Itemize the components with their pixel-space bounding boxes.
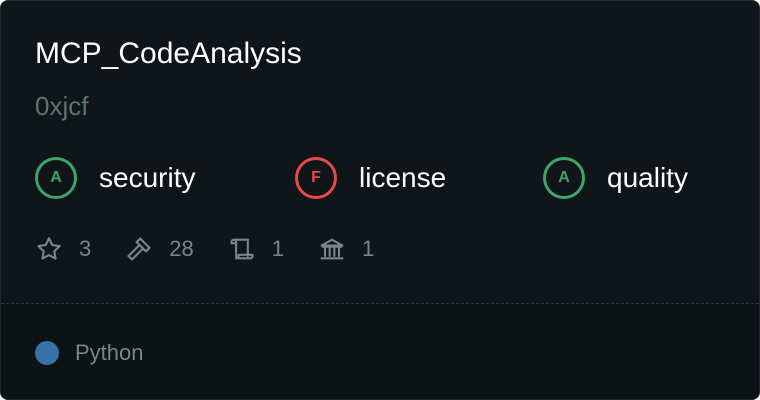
star-icon xyxy=(37,237,61,260)
bank-icon xyxy=(320,238,344,260)
tools-count: 28 xyxy=(169,236,194,261)
stat-institutions: 1 xyxy=(318,235,374,263)
institutions-count: 1 xyxy=(361,236,375,261)
language-color-dot xyxy=(35,341,59,365)
language-name: Python xyxy=(75,340,144,365)
stat-tools: 28 xyxy=(125,235,194,263)
license-grade-badge: F xyxy=(295,157,337,199)
repo-card[interactable]: MCP_CodeAnalysis 0xjcf A security F lice… xyxy=(0,0,760,400)
card-footer: Python xyxy=(1,304,759,399)
repo-owner[interactable]: 0xjcf xyxy=(35,89,88,123)
stars-count: 3 xyxy=(79,236,92,261)
grade-security: A security xyxy=(35,156,195,200)
repo-title[interactable]: MCP_CodeAnalysis xyxy=(35,35,302,73)
stat-stars: 3 xyxy=(35,235,91,263)
scrolls-count: 1 xyxy=(271,236,284,261)
license-label: license xyxy=(359,162,447,193)
scroll-icon xyxy=(230,238,254,260)
repo-stats: 3 28 1 1 xyxy=(35,234,408,264)
stat-scrolls: 1 xyxy=(228,235,284,263)
grade-quality: A quality xyxy=(543,156,688,200)
grade-license: F license xyxy=(295,156,446,200)
language: Python xyxy=(35,340,144,366)
security-label: security xyxy=(99,162,196,193)
security-grade-badge: A xyxy=(35,157,77,199)
quality-grade-badge: A xyxy=(543,157,585,199)
hammer-icon xyxy=(127,237,151,261)
quality-label: quality xyxy=(607,162,688,193)
